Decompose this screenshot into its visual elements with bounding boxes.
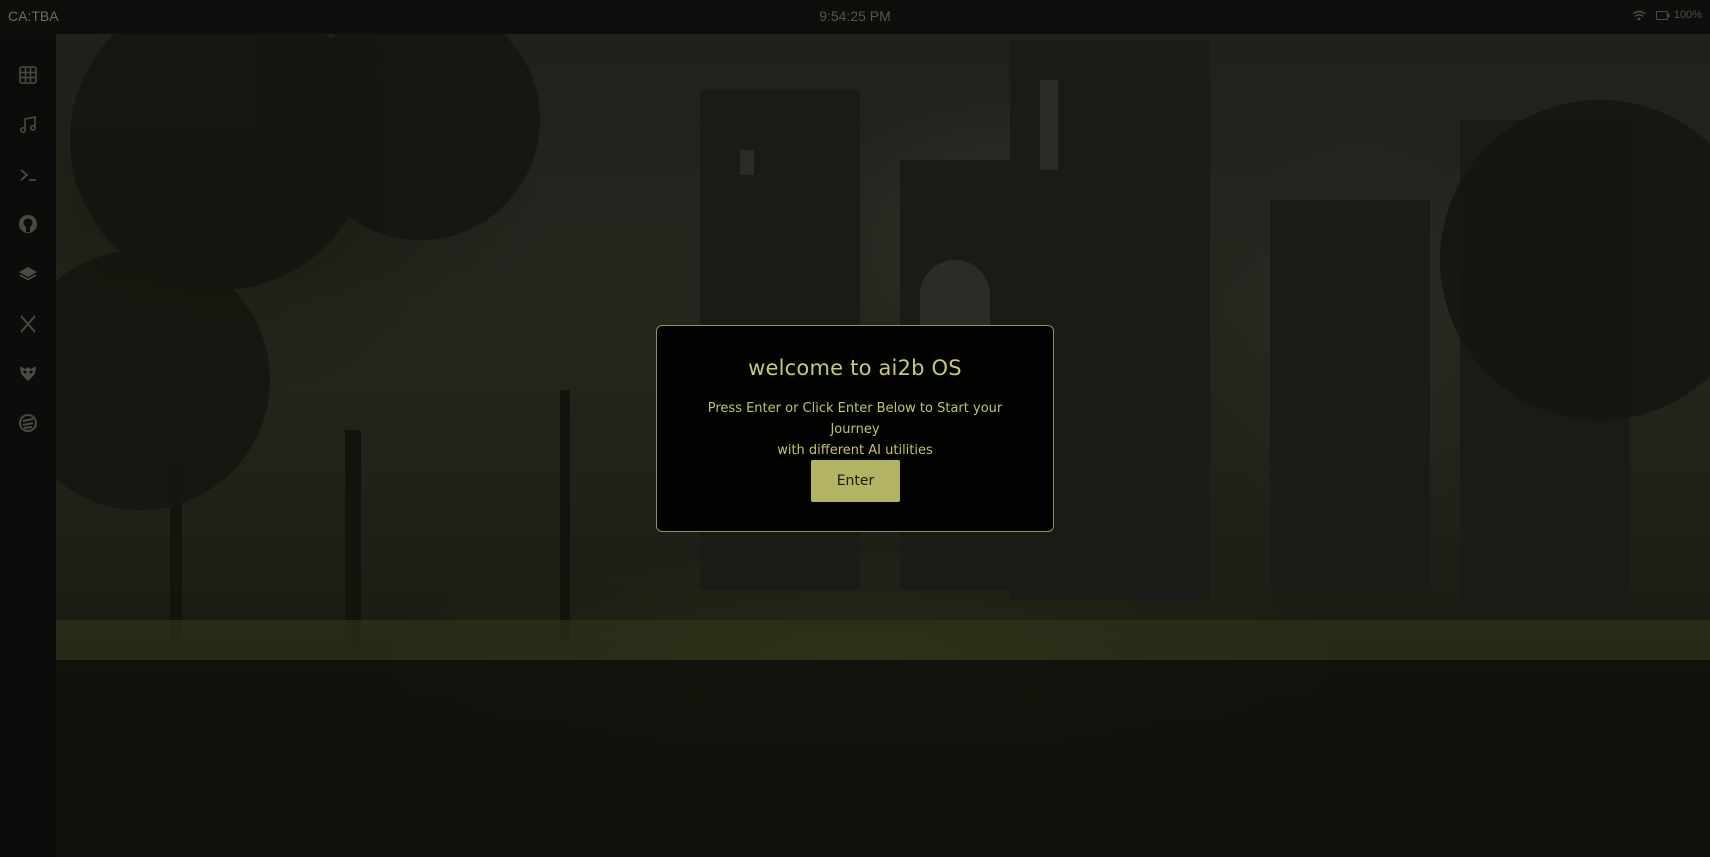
dock-item-layers[interactable] xyxy=(16,262,40,286)
desktop: CA:TBA 9:54:25 PM 100% welcome to ai2b O… xyxy=(0,0,1710,857)
dock-item-music[interactable] xyxy=(16,113,40,137)
dock-item-stack[interactable] xyxy=(16,411,40,435)
layers-icon xyxy=(18,264,38,284)
grid-icon xyxy=(18,65,38,85)
welcome-title: welcome to ai2b OS xyxy=(748,356,962,380)
terminal-icon xyxy=(18,165,38,185)
system-status: 100% xyxy=(1632,9,1702,21)
app-dock xyxy=(0,34,56,857)
dock-item-terminal[interactable] xyxy=(16,163,40,187)
owl-icon xyxy=(18,363,38,383)
welcome-message: Press Enter or Click Enter Below to Star… xyxy=(685,398,1025,461)
github-icon xyxy=(18,214,38,234)
dock-item-x[interactable] xyxy=(16,312,40,336)
x-logo-icon xyxy=(18,314,38,334)
welcome-message-line-1: Press Enter or Click Enter Below to Star… xyxy=(707,401,1003,437)
dock-item-apps[interactable] xyxy=(16,63,40,87)
welcome-message-line-2: with different AI utilities xyxy=(777,443,933,458)
dock-item-github[interactable] xyxy=(16,212,40,236)
stack-logo-icon xyxy=(18,413,38,433)
dock-item-owl[interactable] xyxy=(16,361,40,385)
battery-percentage: 100% xyxy=(1673,9,1702,21)
clock: 9:54:25 PM xyxy=(819,8,891,24)
enter-button[interactable]: Enter xyxy=(811,460,900,502)
battery-indicator: 100% xyxy=(1655,9,1702,21)
top-status-bar: CA:TBA 9:54:25 PM 100% xyxy=(0,0,1710,34)
wifi-icon xyxy=(1632,10,1646,21)
battery-icon xyxy=(1655,10,1670,20)
welcome-dialog: welcome to ai2b OS Press Enter or Click … xyxy=(656,325,1054,532)
music-note-icon xyxy=(18,115,38,135)
